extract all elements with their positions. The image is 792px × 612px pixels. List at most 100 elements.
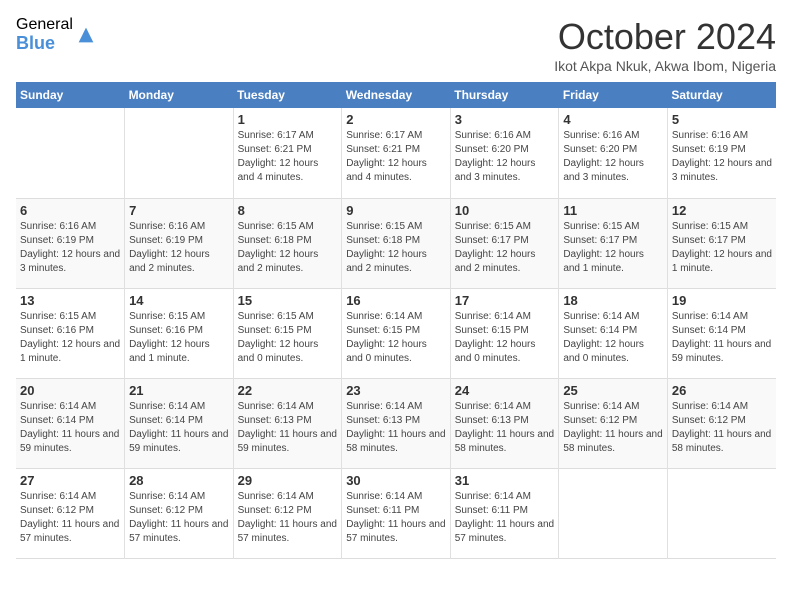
day-info: Sunrise: 6:14 AM Sunset: 6:15 PM Dayligh… xyxy=(346,310,446,366)
calendar-day-cell: 2 Sunrise: 6:17 AM Sunset: 6:21 PM Daylig… xyxy=(342,108,451,198)
day-info: Sunrise: 6:14 AM Sunset: 6:14 PM Dayligh… xyxy=(672,310,772,366)
logo-icon xyxy=(75,24,97,46)
day-info: Sunrise: 6:14 AM Sunset: 6:11 PM Dayligh… xyxy=(455,490,555,546)
calendar-day-cell: 31 Sunrise: 6:14 AM Sunset: 6:11 PM Dayli… xyxy=(450,468,559,558)
day-number: 9 xyxy=(346,203,446,218)
calendar-day-cell: 6 Sunrise: 6:16 AM Sunset: 6:19 PM Daylig… xyxy=(16,198,125,288)
day-info: Sunrise: 6:14 AM Sunset: 6:15 PM Dayligh… xyxy=(455,310,555,366)
calendar-day-cell xyxy=(16,108,125,198)
day-info: Sunrise: 6:16 AM Sunset: 6:20 PM Dayligh… xyxy=(563,129,663,185)
month-title: October 2024 xyxy=(554,16,776,58)
day-info: Sunrise: 6:14 AM Sunset: 6:13 PM Dayligh… xyxy=(238,400,338,456)
calendar-week-row: 6 Sunrise: 6:16 AM Sunset: 6:19 PM Daylig… xyxy=(16,198,776,288)
day-number: 5 xyxy=(672,112,772,127)
day-info: Sunrise: 6:14 AM Sunset: 6:14 PM Dayligh… xyxy=(563,310,663,366)
calendar-day-cell: 7Sunrise: 6:16 AM Sunset: 6:19 PM Daylig… xyxy=(125,198,234,288)
day-info: Sunrise: 6:14 AM Sunset: 6:11 PM Dayligh… xyxy=(346,490,446,546)
calendar-table: Sunday Monday Tuesday Wednesday Thursday… xyxy=(16,82,776,559)
day-info: Sunrise: 6:16 AM Sunset: 6:19 PM Dayligh… xyxy=(672,129,772,185)
calendar-day-cell: 8 Sunrise: 6:15 AM Sunset: 6:18 PM Daylig… xyxy=(233,198,342,288)
day-number: 4 xyxy=(563,112,663,127)
calendar-header-row: Sunday Monday Tuesday Wednesday Thursday… xyxy=(16,82,776,108)
day-number: 14 xyxy=(129,293,229,308)
day-info: Sunrise: 6:14 AM Sunset: 6:14 PM Dayligh… xyxy=(20,400,120,456)
day-number: 1 xyxy=(238,112,338,127)
day-number: 12 xyxy=(672,203,772,218)
calendar-day-cell: 12Sunrise: 6:15 AM Sunset: 6:17 PM Dayli… xyxy=(667,198,776,288)
day-info: Sunrise: 6:14 AM Sunset: 6:13 PM Dayligh… xyxy=(346,400,446,456)
day-number: 24 xyxy=(455,383,555,398)
calendar-day-cell xyxy=(667,468,776,558)
calendar-week-row: 13 Sunrise: 6:15 AM Sunset: 6:16 PM Dayli… xyxy=(16,288,776,378)
day-number: 16 xyxy=(346,293,446,308)
day-number: 23 xyxy=(346,383,446,398)
day-number: 29 xyxy=(238,473,338,488)
calendar-day-cell: 20 Sunrise: 6:14 AM Sunset: 6:14 PM Dayli… xyxy=(16,378,125,468)
calendar-day-cell: 15 Sunrise: 6:15 AM Sunset: 6:15 PM Dayli… xyxy=(233,288,342,378)
calendar-day-cell: 26Sunrise: 6:14 AM Sunset: 6:12 PM Dayli… xyxy=(667,378,776,468)
day-number: 31 xyxy=(455,473,555,488)
calendar-day-cell: 11 Sunrise: 6:15 AM Sunset: 6:17 PM Dayli… xyxy=(559,198,668,288)
day-info: Sunrise: 6:14 AM Sunset: 6:12 PM Dayligh… xyxy=(238,490,338,546)
day-info: Sunrise: 6:17 AM Sunset: 6:21 PM Dayligh… xyxy=(238,129,338,185)
calendar-day-cell: 21Sunrise: 6:14 AM Sunset: 6:14 PM Dayli… xyxy=(125,378,234,468)
day-number: 6 xyxy=(20,203,120,218)
day-info: Sunrise: 6:14 AM Sunset: 6:13 PM Dayligh… xyxy=(455,400,555,456)
day-number: 15 xyxy=(238,293,338,308)
day-number: 13 xyxy=(20,293,120,308)
calendar-day-cell: 13Sunrise: 6:15 AM Sunset: 6:16 PM Dayli… xyxy=(16,288,125,378)
day-number: 17 xyxy=(455,293,555,308)
day-number: 28 xyxy=(129,473,229,488)
day-number: 3 xyxy=(455,112,555,127)
day-info: Sunrise: 6:16 AM Sunset: 6:19 PM Dayligh… xyxy=(20,220,120,276)
day-info: Sunrise: 6:15 AM Sunset: 6:16 PM Dayligh… xyxy=(129,310,229,366)
day-number: 11 xyxy=(563,203,663,218)
calendar-day-cell: 28Sunrise: 6:14 AM Sunset: 6:12 PM Dayli… xyxy=(125,468,234,558)
day-info: Sunrise: 6:14 AM Sunset: 6:12 PM Dayligh… xyxy=(563,400,663,456)
calendar-day-cell: 3Sunrise: 6:16 AM Sunset: 6:20 PM Daylig… xyxy=(450,108,559,198)
day-info: Sunrise: 6:15 AM Sunset: 6:18 PM Dayligh… xyxy=(238,220,338,276)
calendar-day-cell: 24 Sunrise: 6:14 AM Sunset: 6:13 PM Dayli… xyxy=(450,378,559,468)
day-number: 27 xyxy=(20,473,120,488)
page-header: General Blue October 2024 Ikot Akpa Nkuk… xyxy=(16,16,776,74)
calendar-day-cell: 29 Sunrise: 6:14 AM Sunset: 6:12 PM Dayli… xyxy=(233,468,342,558)
calendar-day-cell: 25 Sunrise: 6:14 AM Sunset: 6:12 PM Dayli… xyxy=(559,378,668,468)
calendar-day-cell: 1 Sunrise: 6:17 AM Sunset: 6:21 PM Daylig… xyxy=(233,108,342,198)
calendar-day-cell: 16 Sunrise: 6:14 AM Sunset: 6:15 PM Dayli… xyxy=(342,288,451,378)
calendar-day-cell: 10Sunrise: 6:15 AM Sunset: 6:17 PM Dayli… xyxy=(450,198,559,288)
col-thursday: Thursday xyxy=(450,82,559,108)
calendar-day-cell: 23 Sunrise: 6:14 AM Sunset: 6:13 PM Dayli… xyxy=(342,378,451,468)
day-number: 30 xyxy=(346,473,446,488)
day-info: Sunrise: 6:14 AM Sunset: 6:14 PM Dayligh… xyxy=(129,400,229,456)
day-info: Sunrise: 6:14 AM Sunset: 6:12 PM Dayligh… xyxy=(672,400,772,456)
day-number: 25 xyxy=(563,383,663,398)
day-info: Sunrise: 6:15 AM Sunset: 6:15 PM Dayligh… xyxy=(238,310,338,366)
col-friday: Friday xyxy=(559,82,668,108)
day-number: 18 xyxy=(563,293,663,308)
logo-general-text: General xyxy=(16,16,73,34)
calendar-day-cell xyxy=(559,468,668,558)
day-info: Sunrise: 6:17 AM Sunset: 6:21 PM Dayligh… xyxy=(346,129,446,185)
calendar-day-cell: 5 Sunrise: 6:16 AM Sunset: 6:19 PM Daylig… xyxy=(667,108,776,198)
calendar-day-cell: 14 Sunrise: 6:15 AM Sunset: 6:16 PM Dayli… xyxy=(125,288,234,378)
calendar-week-row: 20 Sunrise: 6:14 AM Sunset: 6:14 PM Dayli… xyxy=(16,378,776,468)
day-info: Sunrise: 6:15 AM Sunset: 6:17 PM Dayligh… xyxy=(563,220,663,276)
col-wednesday: Wednesday xyxy=(342,82,451,108)
day-info: Sunrise: 6:14 AM Sunset: 6:12 PM Dayligh… xyxy=(20,490,120,546)
col-sunday: Sunday xyxy=(16,82,125,108)
day-number: 2 xyxy=(346,112,446,127)
day-number: 8 xyxy=(238,203,338,218)
calendar-day-cell: 17 Sunrise: 6:14 AM Sunset: 6:15 PM Dayli… xyxy=(450,288,559,378)
day-info: Sunrise: 6:15 AM Sunset: 6:17 PM Dayligh… xyxy=(455,220,555,276)
calendar-day-cell: 22 Sunrise: 6:14 AM Sunset: 6:13 PM Dayli… xyxy=(233,378,342,468)
calendar-day-cell: 4 Sunrise: 6:16 AM Sunset: 6:20 PM Daylig… xyxy=(559,108,668,198)
day-number: 22 xyxy=(238,383,338,398)
day-number: 19 xyxy=(672,293,772,308)
day-info: Sunrise: 6:16 AM Sunset: 6:19 PM Dayligh… xyxy=(129,220,229,276)
calendar-day-cell: 19 Sunrise: 6:14 AM Sunset: 6:14 PM Dayli… xyxy=(667,288,776,378)
calendar-day-cell: 30 Sunrise: 6:14 AM Sunset: 6:11 PM Dayli… xyxy=(342,468,451,558)
logo: General Blue xyxy=(16,16,97,53)
calendar-week-row: 1 Sunrise: 6:17 AM Sunset: 6:21 PM Daylig… xyxy=(16,108,776,198)
title-section: October 2024 Ikot Akpa Nkuk, Akwa Ibom, … xyxy=(554,16,776,74)
day-number: 20 xyxy=(20,383,120,398)
